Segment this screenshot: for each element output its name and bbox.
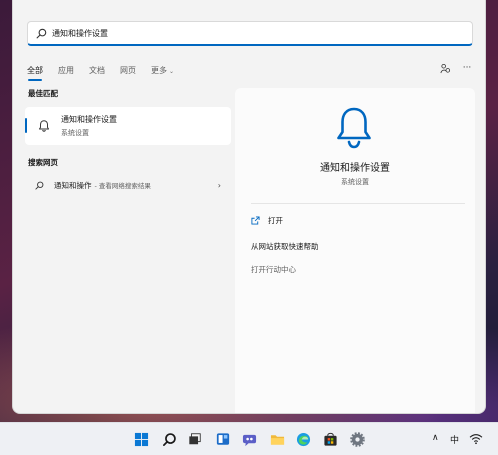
best-match-subtitle: 系统设置 — [61, 129, 89, 137]
tab-all[interactable]: 全部 — [27, 65, 43, 81]
best-match-item[interactable]: 通知和操作设置 系统设置 — [25, 107, 231, 145]
web-result-title: 通知和操作 — [54, 180, 92, 190]
tab-more[interactable]: 更多 ⌄ — [151, 65, 174, 76]
more-options-icon[interactable]: ··· — [459, 61, 475, 75]
preview-subtitle: 系统设置 — [341, 178, 369, 186]
tray-chevron-icon[interactable]: ∧ — [432, 433, 439, 443]
web-search-result[interactable]: 通知和操作 - 查看网络搜索结果 › — [25, 177, 231, 193]
search-icon — [36, 28, 47, 38]
search-icon — [35, 181, 44, 190]
tab-documents[interactable]: 文档 — [89, 65, 105, 76]
tab-apps[interactable]: 应用 — [58, 65, 74, 76]
bell-icon — [337, 107, 371, 149]
web-result-suffix: - 查看网络搜索结果 — [94, 182, 151, 190]
web-help-action[interactable]: 从网站获取快速帮助 — [251, 241, 319, 252]
action-center-action[interactable]: 打开行动中心 — [251, 264, 296, 275]
widgets-icon[interactable] — [214, 430, 232, 448]
file-explorer-icon[interactable] — [268, 430, 286, 448]
filter-tabs: 全部 应用 文档 网页 更多 ⌄ — [27, 63, 189, 81]
bell-icon — [38, 120, 50, 132]
chevron-right-icon[interactable]: › — [218, 181, 221, 190]
results-list: 最佳匹配 通知和操作设置 系统设置 搜索网页 通知和操作 - 查看网络搜索结果 … — [25, 88, 231, 408]
best-match-heading: 最佳匹配 — [28, 89, 58, 98]
search-input[interactable] — [52, 28, 452, 38]
action-center-label: 打开行动中心 — [251, 265, 296, 274]
start-icon[interactable] — [132, 430, 150, 448]
search-box[interactable] — [27, 21, 473, 46]
top-actions: ··· — [431, 61, 475, 75]
open-icon — [251, 216, 260, 225]
task-view-icon[interactable] — [186, 430, 204, 448]
web-help-label: 从网站获取快速帮助 — [251, 242, 319, 251]
chevron-down-icon: ⌄ — [169, 67, 175, 75]
best-match-title: 通知和操作设置 — [61, 115, 117, 124]
edge-icon[interactable] — [294, 430, 312, 448]
web-search-heading: 搜索网页 — [28, 158, 58, 167]
open-label: 打开 — [268, 216, 283, 225]
store-icon[interactable] — [321, 430, 339, 448]
open-action[interactable]: 打开 — [251, 215, 283, 226]
divider — [251, 203, 465, 204]
search-panel: 全部 应用 文档 网页 更多⌄ ··· 最佳匹配 通知和操作设置 系统设置 — [12, 0, 486, 414]
share-icon[interactable] — [437, 61, 453, 75]
search-icon[interactable] — [160, 430, 178, 448]
tab-web[interactable]: 网页 — [120, 65, 136, 76]
chat-icon[interactable] — [240, 430, 258, 448]
wifi-icon[interactable] — [468, 432, 484, 446]
tab-more-label: 更多 — [151, 65, 167, 75]
preview-pane: 通知和操作设置 系统设置 打开 从网站获取快速帮助 打开行动中心 — [235, 88, 475, 413]
ime-indicator[interactable]: 中 — [450, 433, 459, 446]
selection-indicator — [25, 118, 27, 133]
settings-icon[interactable] — [348, 430, 366, 448]
best-match-text: 通知和操作设置 系统设置 — [61, 114, 117, 138]
preview-title: 通知和操作设置 — [320, 163, 390, 174]
taskbar: ∧ 中 — [0, 422, 498, 455]
